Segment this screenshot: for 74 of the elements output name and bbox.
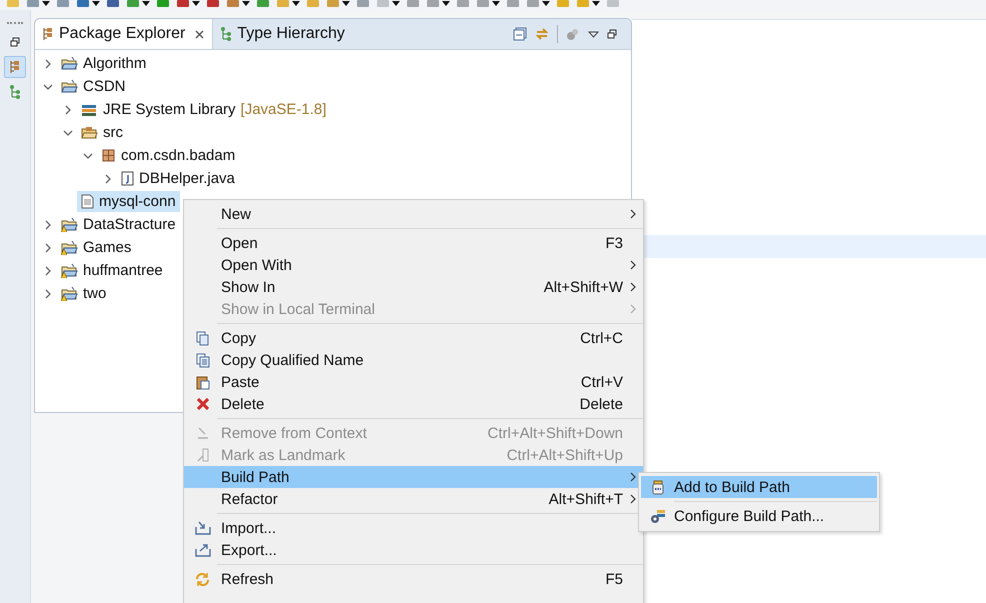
import-icon <box>194 521 210 535</box>
package-tree-icon <box>9 60 21 74</box>
menu-item[interactable]: Export... <box>184 539 643 561</box>
dropdown-arrow-icon[interactable] <box>192 1 200 6</box>
refresh-icon <box>195 572 210 586</box>
dropdown-arrow-icon[interactable] <box>392 1 400 6</box>
dropdown-arrow-icon[interactable] <box>292 1 300 6</box>
dropdown-arrow-icon[interactable] <box>342 1 350 6</box>
hierarchy-icon <box>221 27 232 41</box>
menu-item[interactable]: Open With <box>184 254 643 276</box>
view-tab[interactable]: Type Hierarchy <box>213 19 353 49</box>
dropdown-arrow-icon[interactable] <box>492 1 500 6</box>
toolbar-icon[interactable] <box>176 0 190 8</box>
tree-item[interactable]: Games <box>57 237 136 258</box>
tree-item[interactable]: Algorithm <box>57 53 150 74</box>
java-file-icon <box>121 171 134 186</box>
menu-item[interactable]: Delete Delete <box>184 393 643 415</box>
collapse-all-icon[interactable] <box>513 27 527 41</box>
minimize-icon[interactable] <box>607 29 617 39</box>
tree-item[interactable]: DBHelper.java <box>117 168 239 189</box>
menu-item[interactable]: Configure Build Path... <box>641 505 877 527</box>
package-tree-icon <box>43 27 53 41</box>
dropdown-arrow-icon[interactable] <box>92 1 100 6</box>
export-icon <box>194 543 210 557</box>
copy-icon <box>196 352 210 368</box>
books-icon <box>81 102 98 117</box>
menu-item[interactable]: Open F3 <box>184 232 643 254</box>
dropdown-arrow-icon[interactable] <box>442 1 450 6</box>
tree-item[interactable]: DataStracture <box>57 214 180 235</box>
package-icon <box>101 148 116 163</box>
clipboard-icon <box>196 374 210 390</box>
project-folder-warning-icon <box>61 217 78 232</box>
dropdown-arrow-icon[interactable] <box>42 1 50 6</box>
package-explorer-button[interactable] <box>4 56 26 78</box>
dropdown-arrow-icon[interactable] <box>242 1 250 6</box>
project-folder-warning-icon <box>61 240 78 255</box>
tree-item[interactable]: src <box>77 122 127 143</box>
menu-item[interactable]: Copy Ctrl+C <box>184 327 643 349</box>
project-folder-warning-icon <box>61 263 78 278</box>
restore-icon <box>10 37 20 47</box>
menu-item[interactable]: Copy Qualified Name <box>184 349 643 371</box>
tree-item[interactable]: two <box>57 283 110 304</box>
menu-item[interactable]: Build Path <box>184 466 643 488</box>
menu-item[interactable]: New <box>184 203 643 225</box>
toolbar-icon[interactable] <box>256 0 270 8</box>
tree-item[interactable]: JRE System Library [JavaSE-1.8] <box>77 99 330 120</box>
project-folder-icon <box>61 56 78 71</box>
menu-item[interactable]: Paste Ctrl+V <box>184 371 643 393</box>
close-icon[interactable] <box>195 30 204 38</box>
file-icon <box>81 194 94 209</box>
view-menu-icon[interactable] <box>588 30 599 38</box>
project-folder-warning-icon <box>61 286 78 301</box>
project-folder-icon <box>61 79 78 94</box>
toolbar-icon[interactable] <box>106 0 120 8</box>
toolbar-icon[interactable] <box>56 0 70 8</box>
view-tab[interactable]: Package Explorer <box>35 19 214 49</box>
toolbar-icon[interactable] <box>76 0 90 8</box>
tree-item[interactable]: com.csdn.badam <box>97 145 240 166</box>
delete-icon <box>196 397 210 411</box>
tree-item[interactable]: huffmantree <box>57 260 167 281</box>
dropdown-arrow-icon[interactable] <box>142 1 150 6</box>
toolbar-icon[interactable] <box>156 0 170 8</box>
copy-icon <box>196 330 210 346</box>
source-folder-icon <box>81 125 98 140</box>
tree-item[interactable]: CSDN <box>57 76 130 97</box>
jar-icon <box>650 480 664 494</box>
tree-item[interactable]: mysql-conn <box>77 191 180 212</box>
menu-item[interactable]: Add to Build Path <box>641 476 877 498</box>
hierarchy-icon <box>9 85 21 99</box>
menu-item[interactable]: Show In Alt+Shift+W <box>184 276 643 298</box>
dropdown-arrow-icon[interactable] <box>542 1 550 6</box>
menu-item[interactable]: Refresh F5 <box>184 568 643 590</box>
toolbar-icon[interactable] <box>206 0 220 8</box>
dropdown-arrow-icon[interactable] <box>592 1 600 6</box>
